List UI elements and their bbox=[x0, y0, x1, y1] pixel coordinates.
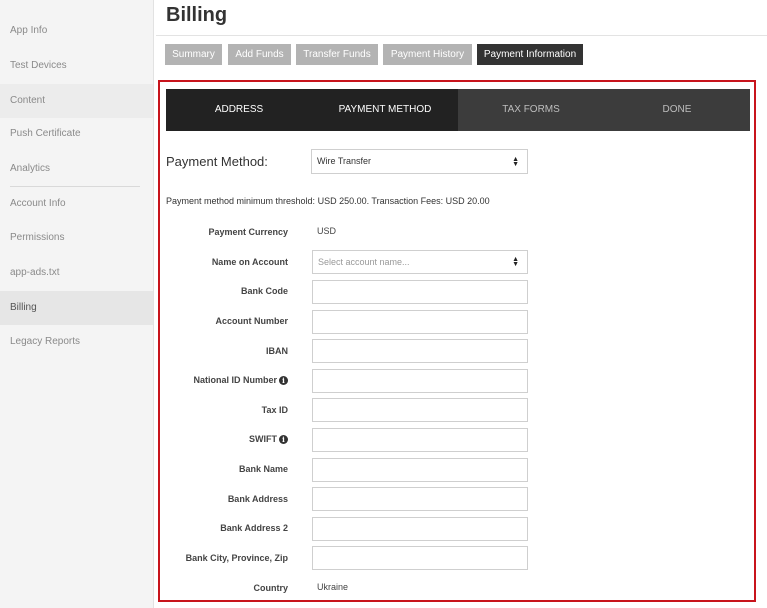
step-done[interactable]: DONE bbox=[604, 89, 750, 131]
national-id-label: National ID Number bbox=[193, 375, 277, 385]
bank-code-input[interactable] bbox=[312, 280, 528, 304]
sidebar-item-app-info[interactable]: App Info bbox=[0, 14, 153, 48]
swift-label-row: SWIFT i bbox=[108, 434, 288, 445]
step-address[interactable]: ADDRESS bbox=[166, 89, 312, 131]
currency-value: USD bbox=[317, 226, 337, 236]
tax-id-input[interactable] bbox=[312, 398, 528, 422]
wizard-steps: ADDRESS PAYMENT METHOD TAX FORMS DONE bbox=[166, 89, 750, 131]
tab-transfer-funds[interactable]: Transfer Funds bbox=[296, 44, 378, 65]
info-icon[interactable]: i bbox=[279, 435, 288, 445]
country-value: Ukraine bbox=[317, 582, 349, 592]
sidebar-item-test-devices[interactable]: Test Devices bbox=[0, 49, 153, 83]
name-on-account-placeholder: Select account name... bbox=[318, 257, 410, 267]
sidebar: App Info Test Devices Content Push Certi… bbox=[0, 0, 154, 608]
tab-payment-information[interactable]: Payment Information bbox=[477, 44, 583, 65]
header-divider bbox=[156, 35, 767, 36]
swift-input[interactable] bbox=[312, 428, 528, 452]
page-title: Billing bbox=[166, 4, 228, 26]
threshold-text: Payment method minimum threshold: USD 25… bbox=[166, 196, 490, 206]
name-on-account-select[interactable]: Select account name... ▲ ▼ bbox=[312, 250, 528, 274]
currency-label: Payment Currency bbox=[208, 227, 288, 237]
account-number-label: Account Number bbox=[215, 316, 288, 326]
sort-arrows-icon: ▲ ▼ bbox=[512, 256, 519, 268]
info-icon[interactable]: i bbox=[279, 376, 288, 386]
tab-add-funds[interactable]: Add Funds bbox=[228, 44, 291, 65]
bank-address-2-input[interactable] bbox=[312, 517, 528, 541]
payment-method-label: Payment Method: bbox=[166, 154, 268, 169]
name-on-account-label: Name on Account bbox=[211, 257, 288, 267]
country-label: Country bbox=[253, 583, 289, 593]
bank-name-input[interactable] bbox=[312, 458, 528, 482]
tab-summary[interactable]: Summary bbox=[165, 44, 222, 65]
tab-payment-history[interactable]: Payment History bbox=[383, 44, 472, 65]
sidebar-item-push-certificate[interactable]: Push Certificate bbox=[0, 117, 153, 151]
step-tax-forms[interactable]: TAX FORMS bbox=[458, 89, 604, 131]
payment-method-select[interactable]: Wire Transfer ▲ ▼ bbox=[311, 149, 528, 174]
bank-city-label: Bank City, Province, Zip bbox=[185, 553, 288, 563]
bank-address-2-label: Bank Address 2 bbox=[220, 523, 288, 533]
national-id-label-row: National ID Number i bbox=[108, 375, 288, 386]
iban-input[interactable] bbox=[312, 339, 528, 363]
bank-name-label: Bank Name bbox=[238, 464, 288, 474]
step-payment-method[interactable]: PAYMENT METHOD bbox=[312, 89, 458, 131]
sidebar-item-account-info[interactable]: Account Info bbox=[0, 187, 153, 221]
account-number-input[interactable] bbox=[312, 310, 528, 334]
payment-method-value: Wire Transfer bbox=[317, 156, 372, 166]
iban-label: IBAN bbox=[266, 346, 288, 356]
bank-address-input[interactable] bbox=[312, 487, 528, 511]
bank-city-input[interactable] bbox=[312, 546, 528, 570]
tax-id-label: Tax ID bbox=[261, 405, 288, 415]
sidebar-item-content[interactable]: Content bbox=[0, 84, 153, 118]
bank-address-label: Bank Address bbox=[227, 494, 288, 504]
national-id-input[interactable] bbox=[312, 369, 528, 393]
sidebar-item-analytics[interactable]: Analytics bbox=[0, 152, 153, 186]
swift-label: SWIFT bbox=[249, 434, 277, 444]
bank-code-label: Bank Code bbox=[240, 286, 288, 296]
sort-arrows-icon: ▲ ▼ bbox=[512, 155, 519, 168]
